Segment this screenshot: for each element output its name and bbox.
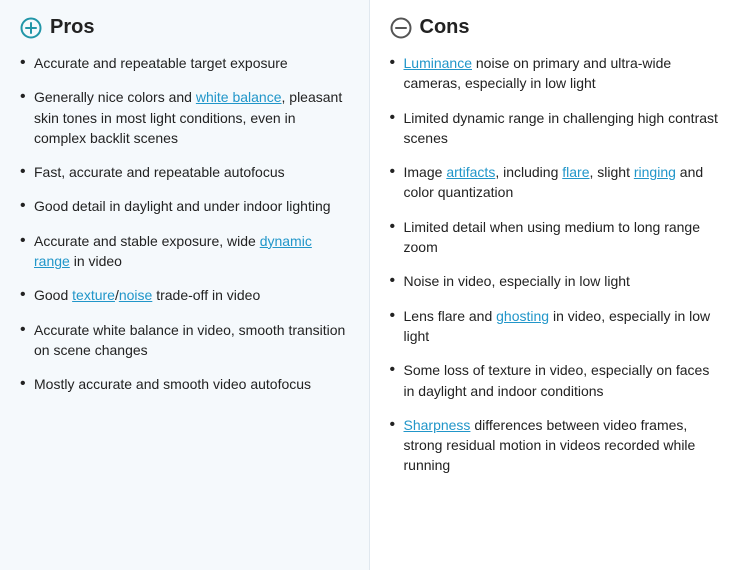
item-text: Limited detail when using medium to long… xyxy=(404,219,701,255)
item-text: Mostly accurate and smooth video autofoc… xyxy=(34,376,311,392)
main-container: Pros Accurate and repeatable target expo… xyxy=(0,0,738,570)
item-text: Lens flare and xyxy=(404,308,497,324)
plus-circle-icon xyxy=(20,17,42,39)
item-text: , slight xyxy=(590,164,634,180)
white-balance-link[interactable]: white balance xyxy=(196,89,282,105)
item-text: , including xyxy=(495,164,562,180)
item-text: trade-off in video xyxy=(152,287,260,303)
list-item: Lens flare and ghosting in video, especi… xyxy=(390,306,719,347)
item-text: Fast, accurate and repeatable autofocus xyxy=(34,164,285,180)
list-item: Mostly accurate and smooth video autofoc… xyxy=(20,374,349,394)
list-item: Image artifacts, including flare, slight… xyxy=(390,162,719,203)
item-text: Accurate white balance in video, smooth … xyxy=(34,322,345,358)
noise-link[interactable]: noise xyxy=(119,287,152,303)
list-item: Limited detail when using medium to long… xyxy=(390,217,719,258)
pros-list: Accurate and repeatable target exposure G… xyxy=(20,53,349,395)
cons-header: Cons xyxy=(390,16,719,39)
list-item: Accurate and repeatable target exposure xyxy=(20,53,349,73)
list-item: Generally nice colors and white balance,… xyxy=(20,87,349,148)
artifacts-link[interactable]: artifacts xyxy=(446,164,495,180)
item-text: Accurate and repeatable target exposure xyxy=(34,55,288,71)
item-text: Good detail in daylight and under indoor… xyxy=(34,198,331,214)
cons-title: Cons xyxy=(420,16,470,39)
list-item: Limited dynamic range in challenging hig… xyxy=(390,108,719,149)
luminance-link[interactable]: Luminance xyxy=(404,55,473,71)
list-item: Accurate white balance in video, smooth … xyxy=(20,320,349,361)
item-text: Generally nice colors and xyxy=(34,89,196,105)
list-item: Accurate and stable exposure, wide dynam… xyxy=(20,231,349,272)
list-item: Sharpness differences between video fram… xyxy=(390,415,719,476)
list-item: Fast, accurate and repeatable autofocus xyxy=(20,162,349,182)
texture-link[interactable]: texture xyxy=(72,287,115,303)
item-text: in video xyxy=(70,253,122,269)
cons-list: Luminance noise on primary and ultra-wid… xyxy=(390,53,719,476)
list-item: Good detail in daylight and under indoor… xyxy=(20,196,349,216)
item-text: Limited dynamic range in challenging hig… xyxy=(404,110,718,146)
cons-column: Cons Luminance noise on primary and ultr… xyxy=(370,0,738,570)
list-item: Some loss of texture in video, especiall… xyxy=(390,360,719,401)
item-text: Image xyxy=(404,164,447,180)
minus-circle-icon xyxy=(390,17,412,39)
pros-header: Pros xyxy=(20,16,349,39)
pros-title: Pros xyxy=(50,16,94,39)
pros-column: Pros Accurate and repeatable target expo… xyxy=(0,0,370,570)
item-text: Accurate and stable exposure, wide xyxy=(34,233,260,249)
list-item: Good texture/noise trade-off in video xyxy=(20,285,349,305)
ghosting-link[interactable]: ghosting xyxy=(496,308,549,324)
item-text: Some loss of texture in video, especiall… xyxy=(404,362,710,398)
sharpness-link[interactable]: Sharpness xyxy=(404,417,471,433)
flare-link[interactable]: flare xyxy=(562,164,589,180)
item-text: Good xyxy=(34,287,72,303)
list-item: Noise in video, especially in low light xyxy=(390,271,719,291)
ringing-link[interactable]: ringing xyxy=(634,164,676,180)
list-item: Luminance noise on primary and ultra-wid… xyxy=(390,53,719,94)
item-text: Noise in video, especially in low light xyxy=(404,273,630,289)
